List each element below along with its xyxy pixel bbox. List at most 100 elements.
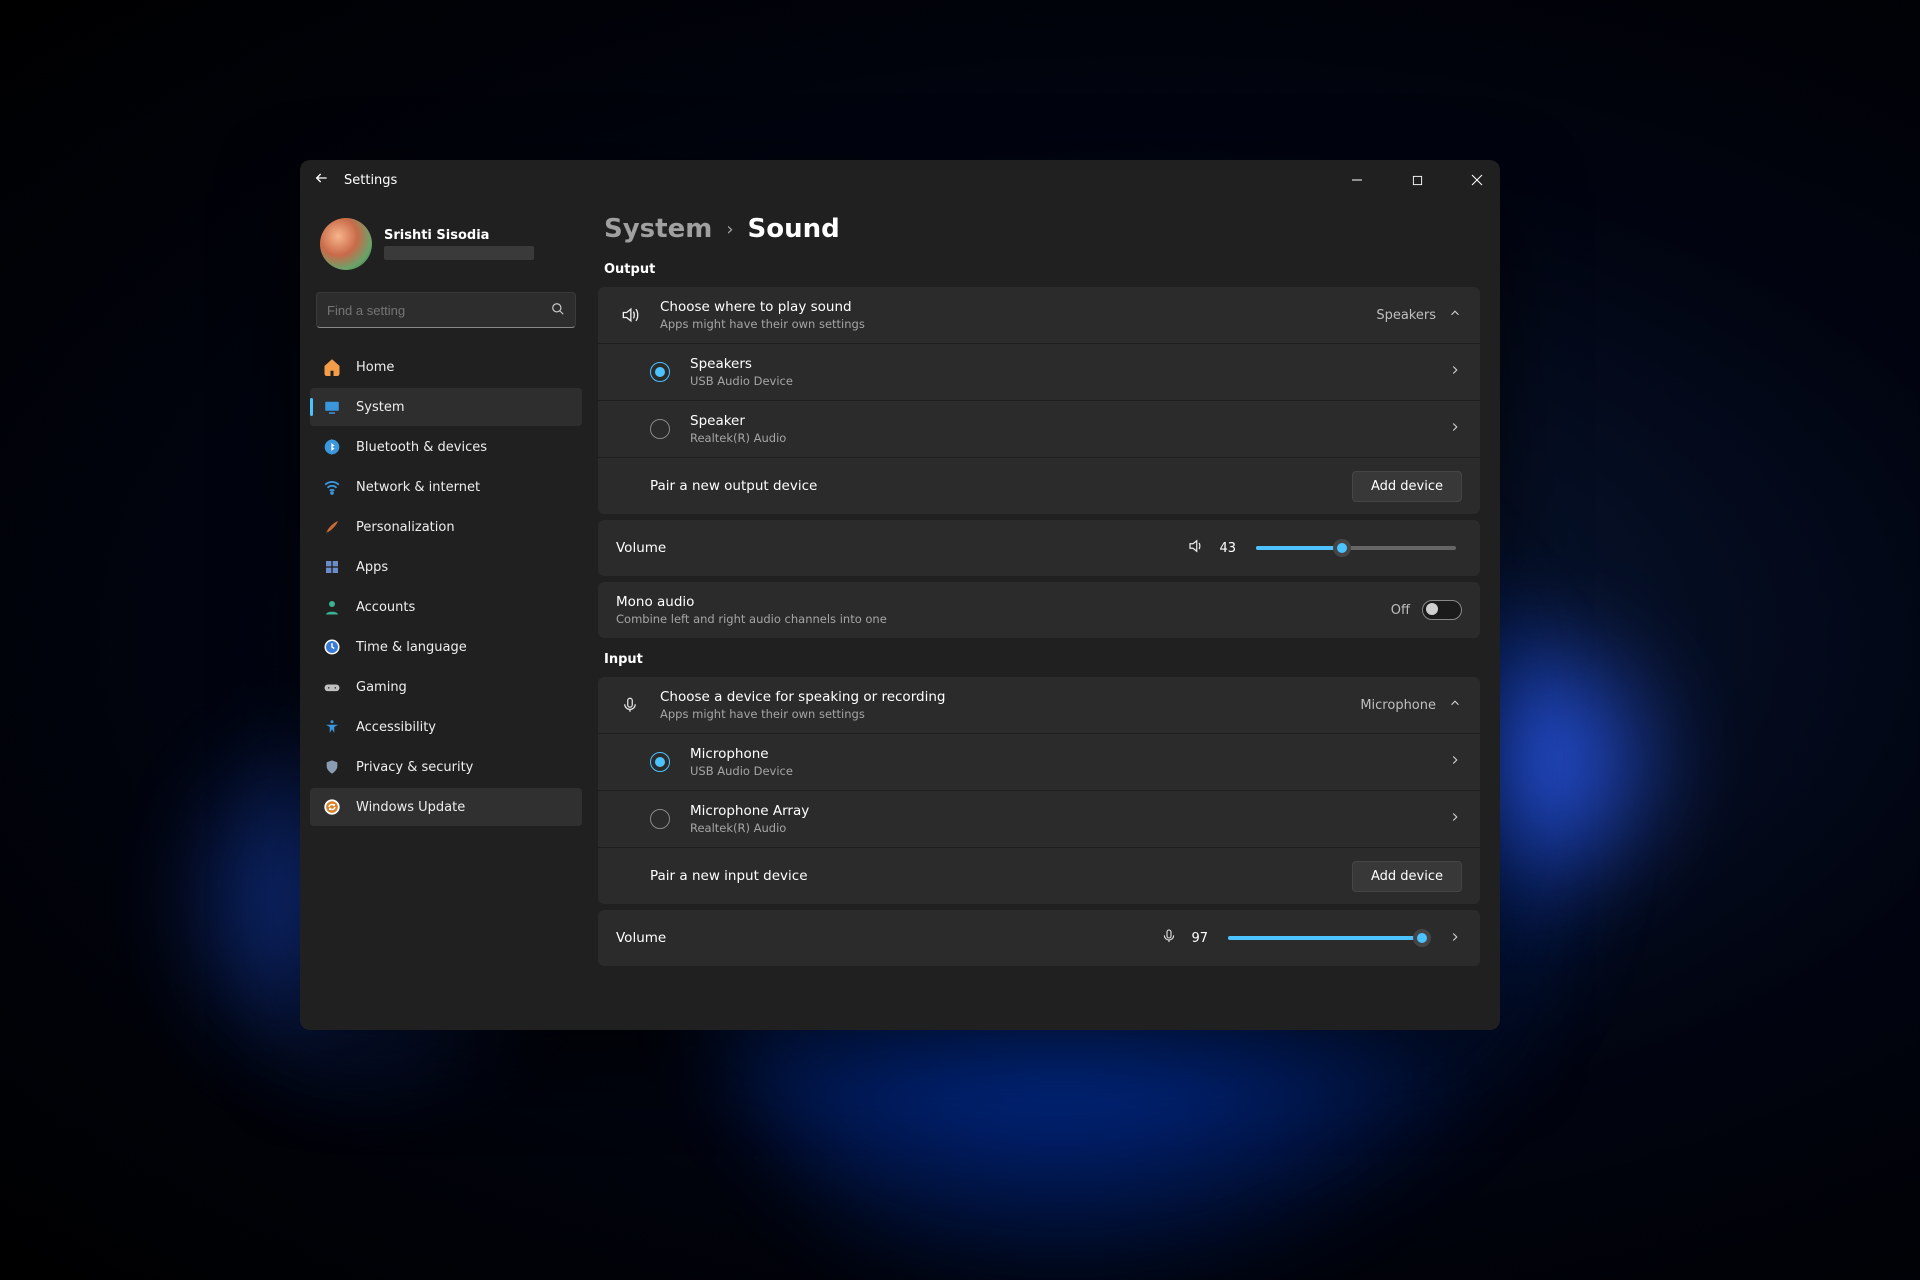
slider-thumb[interactable]: [1333, 539, 1351, 557]
chevron-up-icon: [1448, 306, 1462, 324]
add-output-device-button[interactable]: Add device: [1352, 471, 1462, 502]
section-title-input: Input: [604, 652, 1480, 667]
user-email-redacted: [384, 246, 534, 260]
sidebar-item-system[interactable]: System: [310, 388, 582, 426]
minimize-button[interactable]: [1334, 160, 1380, 200]
shield-icon: [322, 757, 342, 777]
choose-input-title: Choose a device for speaking or recordin…: [660, 689, 1344, 705]
accessibility-icon: [322, 717, 342, 737]
bluetooth-icon: [322, 437, 342, 457]
mono-audio-state: Off: [1391, 603, 1410, 618]
sidebar-item-accounts[interactable]: Accounts: [310, 588, 582, 626]
input-volume-value: 97: [1191, 931, 1208, 946]
speaker-icon: [616, 305, 644, 325]
close-button[interactable]: [1454, 160, 1500, 200]
user-name: Srishti Sisodia: [384, 228, 534, 243]
sidebar-item-label: Windows Update: [356, 800, 465, 815]
sidebar-item-network-internet[interactable]: Network & internet: [310, 468, 582, 506]
user-profile[interactable]: Srishti Sisodia: [310, 208, 582, 284]
sidebar-item-accessibility[interactable]: Accessibility: [310, 708, 582, 746]
mono-audio-subtitle: Combine left and right audio channels in…: [616, 612, 1375, 626]
sidebar: Srishti Sisodia Home System Bluetooth & de…: [300, 200, 590, 1030]
slider-thumb[interactable]: [1413, 929, 1431, 947]
selected-input-label: Microphone: [1360, 698, 1436, 713]
device-name: Speaker: [690, 413, 1432, 429]
maximize-button[interactable]: [1394, 160, 1440, 200]
brush-icon: [322, 517, 342, 537]
accounts-icon: [322, 597, 342, 617]
microphone-icon[interactable]: [1161, 928, 1177, 948]
sidebar-item-windows-update[interactable]: Windows Update: [310, 788, 582, 826]
sidebar-item-label: System: [356, 400, 404, 415]
sidebar-item-gaming[interactable]: Gaming: [310, 668, 582, 706]
back-button[interactable]: [314, 170, 330, 190]
chevron-right-icon: [1448, 420, 1462, 438]
breadcrumb: System › Sound: [604, 214, 1480, 244]
sidebar-item-label: Network & internet: [356, 480, 480, 495]
output-volume-slider[interactable]: [1256, 546, 1456, 550]
device-name: Microphone Array: [690, 803, 1432, 819]
pair-input-label: Pair a new input device: [650, 868, 1336, 884]
search-box[interactable]: [316, 292, 576, 328]
pair-input-row: Pair a new input device Add device: [598, 848, 1480, 904]
sidebar-item-personalization[interactable]: Personalization: [310, 508, 582, 546]
output-volume-row: Volume 43: [598, 520, 1480, 576]
app-title: Settings: [344, 173, 397, 188]
radio-button[interactable]: [650, 752, 670, 772]
choose-output-row[interactable]: Choose where to play sound Apps might ha…: [598, 287, 1480, 344]
radio-button[interactable]: [650, 809, 670, 829]
wifi-icon: [322, 477, 342, 497]
sidebar-item-label: Bluetooth & devices: [356, 440, 487, 455]
home-icon: [322, 357, 342, 377]
sidebar-item-label: Time & language: [356, 640, 467, 655]
section-title-output: Output: [604, 262, 1480, 277]
sidebar-item-label: Accounts: [356, 600, 415, 615]
sidebar-item-bluetooth-devices[interactable]: Bluetooth & devices: [310, 428, 582, 466]
output-device-row[interactable]: SpeakersUSB Audio Device: [598, 344, 1480, 401]
device-detail: Realtek(R) Audio: [690, 821, 1432, 835]
choose-input-subtitle: Apps might have their own settings: [660, 707, 1344, 721]
input-device-row[interactable]: MicrophoneUSB Audio Device: [598, 734, 1480, 791]
speaker-icon[interactable]: [1187, 537, 1205, 559]
sidebar-item-label: Gaming: [356, 680, 407, 695]
sidebar-item-time-language[interactable]: Time & language: [310, 628, 582, 666]
breadcrumb-parent[interactable]: System: [604, 214, 712, 244]
choose-output-title: Choose where to play sound: [660, 299, 1360, 315]
device-name: Speakers: [690, 356, 1432, 372]
pair-output-label: Pair a new output device: [650, 478, 1336, 494]
chevron-up-icon: [1448, 696, 1462, 714]
chevron-right-icon[interactable]: [1448, 929, 1462, 948]
sidebar-item-label: Privacy & security: [356, 760, 473, 775]
search-input[interactable]: [327, 303, 551, 318]
input-volume-row: Volume 97: [598, 910, 1480, 966]
chevron-right-icon: [1448, 363, 1462, 381]
add-input-device-button[interactable]: Add device: [1352, 861, 1462, 892]
input-device-row[interactable]: Microphone Array Realtek(R) Audio: [598, 791, 1480, 848]
breadcrumb-current: Sound: [748, 214, 840, 244]
radio-button[interactable]: [650, 419, 670, 439]
sidebar-item-label: Accessibility: [356, 720, 436, 735]
sidebar-item-apps[interactable]: Apps: [310, 548, 582, 586]
output-device-group: Choose where to play sound Apps might ha…: [598, 287, 1480, 514]
sidebar-item-home[interactable]: Home: [310, 348, 582, 386]
mono-audio-title: Mono audio: [616, 594, 1375, 610]
output-volume-label: Volume: [616, 540, 1173, 556]
clock-icon: [322, 637, 342, 657]
sidebar-item-privacy-security[interactable]: Privacy & security: [310, 748, 582, 786]
radio-button[interactable]: [650, 362, 670, 382]
mono-audio-toggle[interactable]: [1422, 600, 1462, 620]
update-icon: [322, 797, 342, 817]
chevron-right-icon: [1448, 810, 1462, 828]
chevron-right-icon: ›: [726, 219, 733, 240]
input-volume-slider[interactable]: [1228, 936, 1428, 940]
output-volume-value: 43: [1219, 541, 1236, 556]
titlebar: Settings: [300, 160, 1500, 200]
output-device-row[interactable]: SpeakerRealtek(R) Audio: [598, 401, 1480, 458]
input-device-group: Choose a device for speaking or recordin…: [598, 677, 1480, 904]
device-name: Microphone: [690, 746, 1432, 762]
avatar: [320, 218, 372, 270]
chevron-right-icon: [1448, 753, 1462, 771]
settings-window: Settings Srishti Sisodia: [300, 160, 1500, 1030]
choose-input-row[interactable]: Choose a device for speaking or recordin…: [598, 677, 1480, 734]
sidebar-item-label: Home: [356, 360, 394, 375]
